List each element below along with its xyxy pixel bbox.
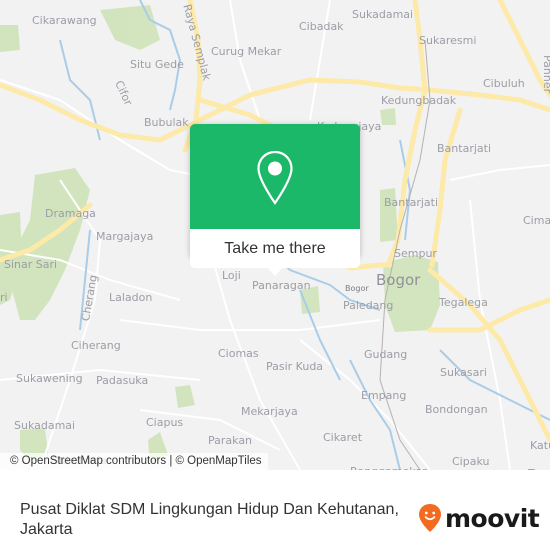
- place-label: Curug Mekar: [211, 45, 282, 58]
- place-label: Kedungbadak: [381, 94, 457, 107]
- place-label: Bantarjati: [384, 196, 439, 209]
- moovit-wordmark: moovit: [445, 503, 540, 533]
- place-label: Cima: [523, 214, 550, 227]
- place-label: Sukawening: [16, 372, 83, 385]
- park-area: [380, 108, 396, 125]
- place-label: Sinar Sari: [4, 258, 58, 271]
- park-area: [0, 25, 20, 52]
- place-label: Cipaku: [452, 455, 490, 468]
- destination-name: Pusat Diklat SDM Lingkungan Hidup Dan Ke…: [20, 501, 399, 518]
- destination-city: Jakarta: [20, 521, 73, 538]
- park-area: [175, 385, 195, 408]
- place-label: Parakan: [208, 434, 253, 447]
- popup-pointer: [267, 267, 283, 276]
- place-label: Ciomas: [218, 347, 259, 360]
- park-area: [100, 5, 160, 50]
- popup-header: [190, 124, 360, 229]
- place-label: Cibuluh: [483, 77, 525, 90]
- street-label: Panner: [541, 55, 550, 94]
- popup-footer: Take me there: [190, 229, 360, 268]
- place-label: Padasuka: [96, 374, 149, 387]
- footer: Pusat Diklat SDM Lingkungan Hidup Dan Ke…: [0, 470, 550, 550]
- place-label: Bubulak: [144, 116, 189, 129]
- destination-title: Pusat Diklat SDM Lingkungan Hidup Dan Ke…: [20, 500, 420, 540]
- place-label: Cibadak: [299, 20, 344, 33]
- place-label: Bogor: [345, 284, 369, 293]
- place-label: Pasir Kuda: [266, 360, 324, 373]
- place-label: Ciapus: [146, 416, 184, 429]
- place-label: Sukadamai: [14, 419, 76, 432]
- place-label: Mekarjaya: [241, 405, 298, 418]
- place-label: Cikarawang: [32, 14, 97, 27]
- place-label: Dramaga: [45, 207, 96, 220]
- place-label: Sukadamai: [352, 8, 414, 21]
- moovit-pin-icon: [419, 504, 441, 532]
- city-label: Bogor: [376, 271, 421, 289]
- place-label: Paledang: [343, 299, 394, 312]
- place-label: Sukasari: [440, 366, 487, 379]
- place-label: Gudang: [364, 348, 408, 361]
- take-me-there-button[interactable]: Take me there: [224, 240, 325, 257]
- map-attribution[interactable]: © OpenStreetMap contributors | © OpenMap…: [0, 453, 268, 470]
- place-label: Loji: [222, 269, 241, 282]
- place-label: Laladon: [109, 291, 153, 304]
- place-label: Bantarjati: [437, 142, 492, 155]
- map-pin-icon: [257, 150, 293, 205]
- place-label: Situ Gede: [130, 58, 184, 71]
- park-area: [12, 168, 90, 320]
- place-label: Sukaresmi: [419, 34, 477, 47]
- major-road: [429, 107, 463, 268]
- moovit-logo[interactable]: moovit: [418, 503, 540, 533]
- place-label: Cikaret: [323, 431, 363, 444]
- location-popup: Take me there: [190, 124, 360, 276]
- place-label: Margajaya: [96, 230, 154, 243]
- place-label: Empang: [361, 389, 407, 402]
- place-label: Ciherang: [71, 339, 121, 352]
- place-label: ri: [0, 291, 8, 304]
- place-label: Sempur: [394, 247, 437, 260]
- place-label: Bondongan: [425, 403, 488, 416]
- place-label: Katu: [530, 439, 550, 452]
- place-label: Panaragan: [252, 279, 311, 292]
- place-label: Tegalega: [439, 296, 488, 309]
